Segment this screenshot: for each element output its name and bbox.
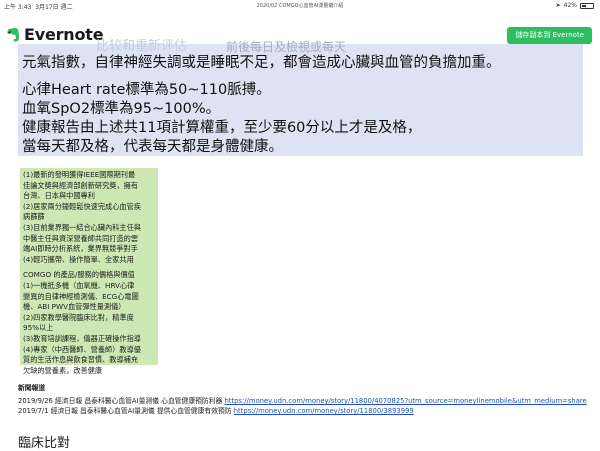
note-line: 質的生活作息與飲食習慣、教導補充 <box>23 355 139 365</box>
text-line: 健康報告由上述共11項計算權重，至少要60分以上才是及格， <box>22 120 422 136</box>
save-to-evernote-button[interactable]: 儲存副本到 Evernote <box>507 27 592 44</box>
note-line: 欠缺的營養素，改善健康 <box>23 365 103 375</box>
news-section: 新聞報道 2019/9/26 經濟日報 昌泰科醫心血管AI量測儀 心血管健康預防… <box>18 382 587 416</box>
text-line: 血氧SpO2標準為95~100%。 <box>22 101 221 117</box>
news-item: 2019/9/26 經濟日報 昌泰科醫心血管AI量測儀 心血管健康預防利器 ht… <box>18 396 587 406</box>
battery-percent: 42% <box>563 2 577 9</box>
app-name: Evernote <box>24 25 104 44</box>
note-line: (2)四家教學醫院臨床比對，精準度 <box>23 312 134 322</box>
status-bar: 上午 3:43 3月17日 週二 2020/02 COMGO心血管AI測量儀介紹… <box>0 0 600 12</box>
note-line: 機、ABI PWV血管彈性量測儀） <box>23 302 126 312</box>
news-link[interactable]: https://money.udn.com/money/story/11800/… <box>234 407 414 415</box>
battery-icon <box>580 2 594 9</box>
note-line: (4)輕巧攜帶、操作簡單、全家共用 <box>23 254 134 264</box>
news-item-text: 2019/7/1 經濟日報 昌泰科醫心血管AI量測儀 提供心血管健康有效預防 <box>18 407 234 415</box>
note-line: 95%以上 <box>23 323 54 333</box>
note-line: (1)一機抵多機（血氧機、HRV心律 <box>23 280 135 290</box>
note-line: 台灣、日本與中國專利 <box>23 191 95 201</box>
text-line: 元氣指數，自律神經失調或是睡眠不足，都會造成心臟與血管的負擔加重。 <box>22 55 501 71</box>
evernote-logo[interactable]: Evernote <box>6 25 104 44</box>
highlight-block: 比较和重新评估 前後每日及檢視或每天 元氣指數，自律神經失調或是睡眠不足，都會造… <box>18 39 583 156</box>
note-line: (2)居家兩分鐘輕鬆快速完成心血管疾 <box>23 201 141 211</box>
news-heading: 新聞報道 <box>18 384 46 392</box>
note-line: 端AI即時分析系統，業界無競爭對手 <box>23 244 138 254</box>
note-line: 中醫主任與資深營養師共同打造的雲 <box>23 233 139 243</box>
news-item: 2019/7/1 經濟日報 昌泰科醫心血管AI量測儀 提供心血管健康有效預防 h… <box>18 406 587 416</box>
note-line: (3)目前業界獨一結合心臟內科主任與 <box>23 222 141 232</box>
elephant-icon <box>7 27 20 41</box>
note-line: COMGO 的產品/服務的價格與價值 <box>23 270 135 280</box>
document-title: 2020/02 COMGO心血管AI測量儀介紹 <box>256 3 344 9</box>
note-line: (4)專家（中西醫師、營養師）教導優 <box>23 344 141 354</box>
news-link[interactable]: https://money.udn.com/money/story/11800/… <box>224 397 586 405</box>
note-line: 病篩篩 <box>23 212 45 222</box>
location-icon: ➤ <box>555 2 561 9</box>
section-heading: 臨床比對 <box>18 436 71 451</box>
news-item-text: 2019/9/26 經濟日報 昌泰科醫心血管AI量測儀 心血管健康預防利器 <box>18 397 225 405</box>
status-right: ➤ 42% <box>556 2 594 9</box>
note-line: 佳論文獎與經濟部創新研究獎，擁有 <box>23 180 139 190</box>
text-line: 心律Heart rate標準為50~110脈搏。 <box>22 82 271 98</box>
note-line: (3)教育培訓課程，儀器正確操作指導 <box>23 333 141 343</box>
note-line: 變異的自律神經檢測儀、ECG心電圖 <box>23 291 139 301</box>
text-line: 當每天都及格，代表每天都是身體健康。 <box>22 139 283 155</box>
feature-note-block: (1)最新的發明獲得IEEE國際期刊最 佳論文獎與經濟部創新研究獎，擁有 台灣、… <box>20 168 158 375</box>
note-line: (1)最新的發明獲得IEEE國際期刊最 <box>23 170 136 179</box>
